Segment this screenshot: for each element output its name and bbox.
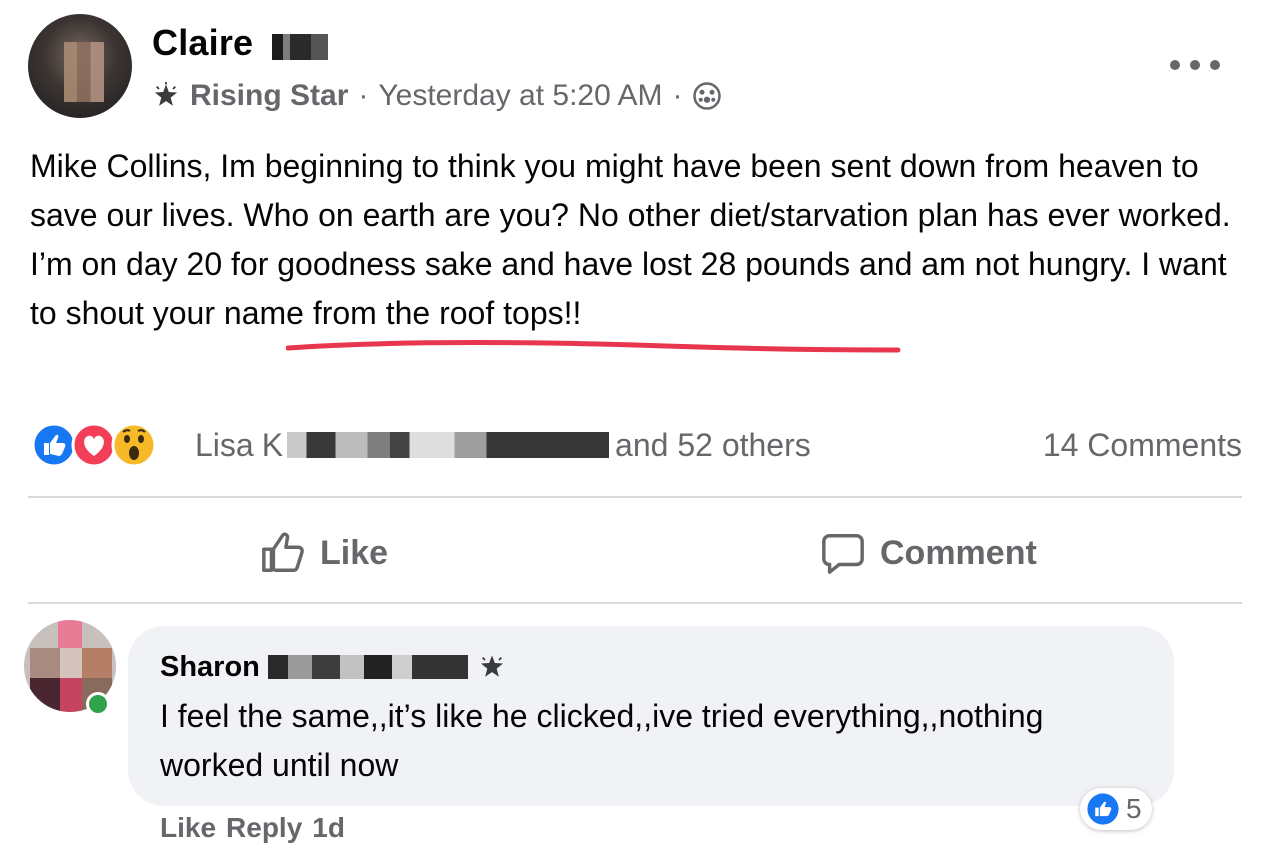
online-status-dot bbox=[86, 692, 110, 716]
author-name[interactable]: Claire bbox=[152, 22, 253, 64]
comment-age: 1d bbox=[312, 812, 345, 843]
author-avatar[interactable] bbox=[28, 14, 132, 118]
post-timestamp[interactable]: Yesterday at 5:20 AM bbox=[378, 79, 662, 113]
rising-star-icon bbox=[480, 655, 503, 677]
rising-star-icon bbox=[154, 82, 178, 106]
more-options-button[interactable] bbox=[1170, 50, 1220, 80]
facebook-post: Claire Rising Star · Yesterday at 5:20 A… bbox=[0, 0, 1268, 843]
group-audience-icon bbox=[693, 82, 722, 110]
more-dot-icon bbox=[1190, 60, 1200, 70]
comment-actions: Like Reply 1d bbox=[160, 812, 345, 844]
comment-label: Comment bbox=[880, 533, 1037, 572]
rising-star-badge[interactable]: Rising Star bbox=[190, 79, 348, 113]
like-reaction-icon bbox=[1087, 793, 1119, 825]
avatar-pixelated-face bbox=[64, 42, 104, 102]
more-dot-icon bbox=[1210, 60, 1220, 70]
comment-reply-link[interactable]: Reply bbox=[226, 812, 302, 844]
reactor-first-name: Lisa bbox=[195, 426, 254, 463]
comment-reaction-number: 5 bbox=[1126, 793, 1142, 824]
comment-bubble-icon bbox=[822, 534, 864, 574]
thumbs-up-icon bbox=[262, 532, 304, 572]
author-surname-redaction bbox=[272, 34, 328, 60]
reactor-name-tail: K bbox=[261, 426, 284, 463]
reactions-summary[interactable]: Lisa K and 52 others bbox=[195, 423, 811, 467]
like-button[interactable]: Like bbox=[260, 520, 388, 586]
post-meta: Rising Star · Yesterday at 5:20 AM · bbox=[152, 76, 722, 116]
like-reaction-icon bbox=[31, 422, 77, 468]
reaction-icons[interactable] bbox=[30, 420, 180, 470]
divider bbox=[28, 602, 1242, 604]
like-label: Like bbox=[320, 533, 389, 572]
divider bbox=[28, 496, 1242, 498]
love-reaction-icon bbox=[71, 422, 117, 468]
comments-count[interactable]: 14 Comments bbox=[1043, 423, 1242, 467]
comment-button[interactable]: Comment bbox=[820, 520, 1037, 586]
wow-reaction-icon bbox=[111, 422, 157, 468]
comment-text: I feel the same,,it’s like he clicked,,i… bbox=[160, 698, 1044, 783]
more-dot-icon bbox=[1170, 60, 1180, 70]
comment-reaction-count[interactable]: 5 bbox=[1080, 788, 1152, 830]
reactor-names-redaction bbox=[287, 432, 610, 458]
post-text: Mike Collins, Im beginning to think you … bbox=[30, 148, 1231, 331]
commenter-header: Sharon bbox=[160, 648, 506, 686]
meta-separator: · bbox=[358, 79, 369, 112]
red-underline-annotation bbox=[286, 340, 901, 353]
commenter-name[interactable]: Sharon bbox=[160, 651, 260, 684]
comment-like-link[interactable]: Like bbox=[160, 812, 216, 844]
reactions-others: and 52 others bbox=[615, 426, 811, 463]
commenter-surname-redaction bbox=[267, 655, 468, 679]
meta-separator-2: · bbox=[672, 79, 683, 112]
